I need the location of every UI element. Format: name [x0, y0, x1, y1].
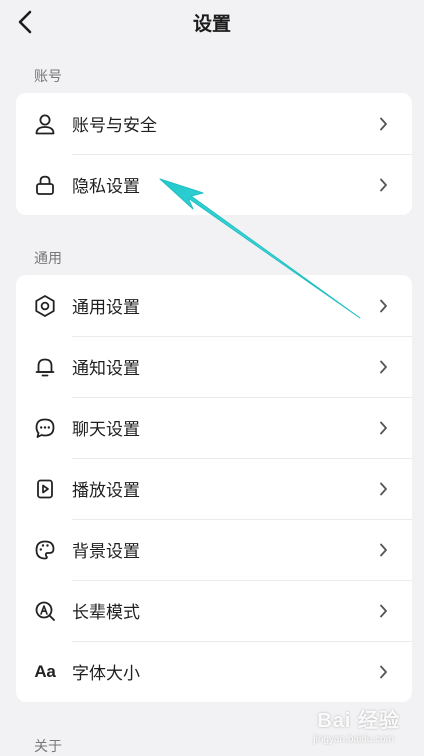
chevron-right-icon: [376, 117, 390, 131]
row-label: 通用设置: [72, 298, 140, 318]
row-label: 聊天设置: [72, 420, 140, 440]
settings-row-notifications[interactable]: 通知设置: [16, 336, 412, 397]
chat-bubble-icon: [33, 416, 57, 440]
chevron-right-icon: [376, 421, 390, 435]
palette-icon: [33, 538, 57, 562]
chevron-right-icon: [376, 604, 390, 618]
page-title: 设置: [192, 13, 231, 35]
section-label-about: 关于: [34, 739, 62, 755]
watermark-logo: Bai 经验: [317, 710, 400, 732]
settings-row-elder-mode[interactable]: 长辈模式: [16, 580, 412, 641]
lock-icon: [33, 173, 57, 197]
row-label: 字体大小: [72, 664, 140, 684]
settings-row-chat[interactable]: 聊天设置: [16, 397, 412, 458]
row-label: 背景设置: [72, 542, 140, 562]
font-size-icon: Aa: [33, 660, 57, 684]
nav-bar: 设置: [0, 0, 424, 44]
row-label: 播放设置: [72, 481, 140, 501]
section-label-account: 账号: [34, 69, 62, 85]
elder-mode-icon: [33, 599, 57, 623]
settings-row-font-size[interactable]: Aa 字体大小: [16, 641, 412, 702]
gear-icon: [33, 294, 57, 318]
account-card: 账号与安全 隐私设置: [16, 93, 412, 215]
font-size-glyph: Aa: [34, 661, 56, 681]
settings-row-privacy[interactable]: 隐私设置: [16, 154, 412, 215]
chevron-right-icon: [376, 299, 390, 313]
row-label: 通知设置: [72, 359, 140, 379]
chevron-right-icon: [376, 665, 390, 679]
watermark-url: jingyan.baidu.com: [313, 734, 394, 745]
settings-row-general[interactable]: 通用设置: [16, 275, 412, 336]
settings-row-account-security[interactable]: 账号与安全: [16, 93, 412, 154]
section-label-general: 通用: [34, 251, 62, 267]
chevron-right-icon: [376, 178, 390, 192]
play-icon: [33, 477, 57, 501]
user-icon: [33, 112, 57, 136]
bell-icon: [33, 355, 57, 379]
row-label: 隐私设置: [72, 177, 140, 197]
chevron-right-icon: [376, 360, 390, 374]
chevron-right-icon: [376, 543, 390, 557]
general-card: 通用设置 通知设置 聊天设置 播放设置 背景设置 长辈模式 Aa 字体大小: [16, 275, 412, 702]
row-label: 长辈模式: [72, 603, 140, 623]
chevron-right-icon: [376, 482, 390, 496]
settings-row-background[interactable]: 背景设置: [16, 519, 412, 580]
row-label: 账号与安全: [72, 116, 157, 136]
settings-row-playback[interactable]: 播放设置: [16, 458, 412, 519]
